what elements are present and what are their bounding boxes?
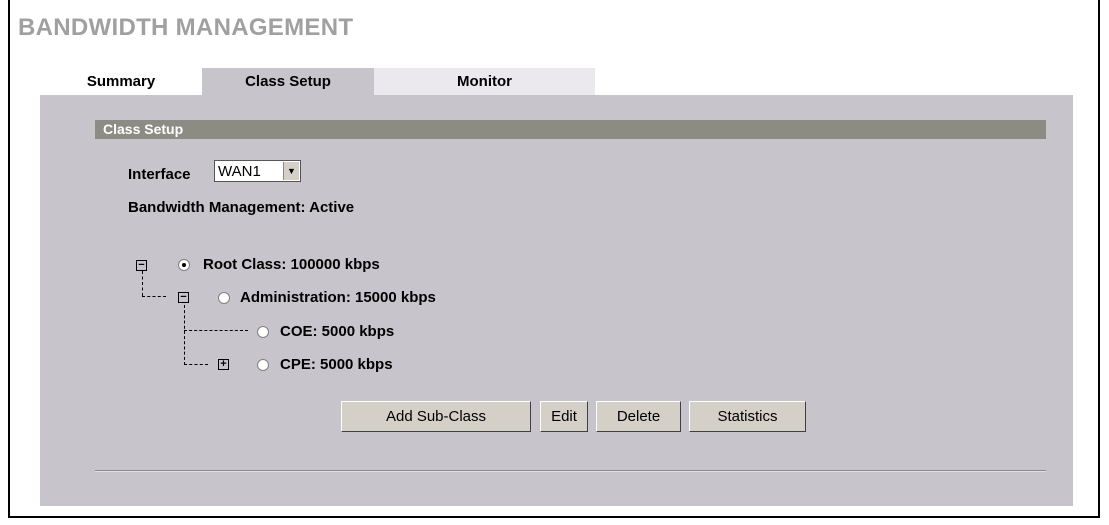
tree-connector bbox=[142, 271, 143, 296]
radio-administration[interactable] bbox=[218, 292, 230, 304]
tree-connector bbox=[184, 330, 248, 331]
tree-connector bbox=[184, 364, 208, 365]
radio-root-class[interactable] bbox=[178, 259, 190, 271]
tab-class-setup[interactable]: Class Setup bbox=[202, 68, 374, 95]
statistics-button[interactable]: Statistics bbox=[689, 401, 806, 432]
tree-node-root-class: Root Class: 100000 kbps bbox=[203, 256, 380, 273]
tree-connector bbox=[184, 305, 185, 365]
add-sub-class-button[interactable]: Add Sub-Class bbox=[341, 401, 531, 432]
expand-icon[interactable]: + bbox=[218, 359, 229, 370]
interface-select-value: WAN1 bbox=[218, 163, 261, 180]
tree-node-administration: Administration: 15000 kbps bbox=[240, 289, 436, 306]
divider bbox=[95, 470, 1046, 472]
radio-coe[interactable] bbox=[257, 326, 269, 338]
tab-monitor[interactable]: Monitor bbox=[374, 68, 595, 95]
chevron-down-icon[interactable]: ▼ bbox=[283, 162, 299, 180]
interface-select[interactable]: WAN1 ▼ bbox=[214, 160, 301, 182]
section-header: Class Setup bbox=[95, 120, 1046, 139]
collapse-icon[interactable]: − bbox=[178, 292, 189, 303]
collapse-icon[interactable]: − bbox=[136, 260, 147, 271]
radio-cpe[interactable] bbox=[257, 359, 269, 371]
tree-node-cpe: CPE: 5000 kbps bbox=[280, 356, 393, 373]
tree-connector bbox=[142, 296, 166, 297]
page-title: BANDWIDTH MANAGEMENT bbox=[18, 14, 354, 41]
bandwidth-management-status: Bandwidth Management: Active bbox=[128, 199, 355, 216]
tree-node-coe: COE: 5000 kbps bbox=[280, 323, 395, 340]
interface-label: Interface bbox=[128, 166, 191, 183]
tab-summary[interactable]: Summary bbox=[40, 68, 202, 95]
delete-button[interactable]: Delete bbox=[596, 401, 681, 432]
class-setup-panel: Class Setup Interface WAN1 ▼ Bandwidth M… bbox=[40, 95, 1073, 506]
edit-button[interactable]: Edit bbox=[540, 401, 588, 432]
